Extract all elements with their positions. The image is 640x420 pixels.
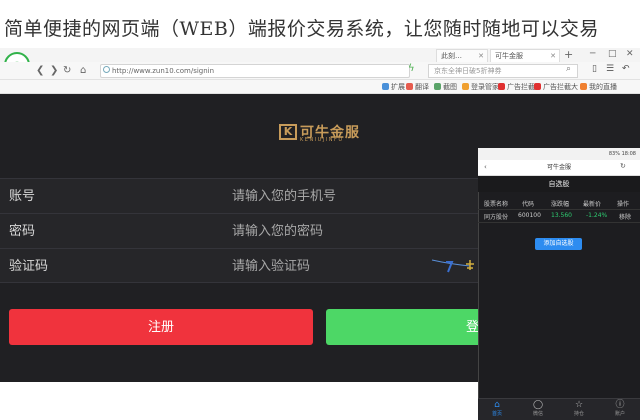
refresh-icon[interactable]: ↻	[620, 162, 626, 170]
caption-text: 简单便捷的网页端（WEB）端报价交易系统，让您随时随地可以交易	[4, 18, 599, 40]
tab-label: 首页	[491, 411, 502, 417]
phone-app-title: 可牛金服	[546, 164, 571, 171]
phone-input[interactable]	[232, 179, 472, 214]
bookmark-login-manager[interactable]: 登录管家	[462, 81, 499, 93]
chat-icon: ◯	[532, 400, 544, 410]
forward-icon[interactable]: ❯	[50, 64, 58, 78]
tab-home[interactable]: ⌂ 首页	[482, 400, 512, 418]
column-header-action: 操作	[617, 201, 630, 208]
screenshot-icon	[434, 83, 441, 90]
adblock-icon	[534, 83, 541, 90]
status-info: 83% 18:08	[608, 151, 636, 157]
secure-icon	[103, 66, 110, 73]
screen: 简单便捷的网页端（WEB）端报价交易系统，让您随时随地可以交易 e 此刻… ✕ …	[0, 0, 640, 420]
column-header-name: 股票名称	[484, 201, 509, 208]
adblock-icon	[498, 83, 505, 90]
close-icon[interactable]: ✕	[550, 50, 556, 62]
add-watchlist-button[interactable]: 添加自选股	[535, 238, 582, 250]
caption-banner: 简单便捷的网页端（WEB）端报价交易系统，让您随时随地可以交易	[0, 0, 640, 48]
search-placeholder: 京东全神日破5折神券	[434, 67, 502, 75]
remove-button[interactable]: 移除	[619, 212, 631, 221]
password-label: 密码	[9, 224, 36, 239]
bookmark-adblock-big[interactable]: 广告拦截大	[534, 81, 578, 93]
extension-icon	[382, 83, 389, 90]
maximize-icon[interactable]: □	[608, 49, 617, 59]
close-icon[interactable]: ✕	[478, 50, 484, 62]
column-header-change: 涨跌幅	[551, 201, 570, 208]
watchlist-title: 自选股	[478, 176, 640, 192]
star-icon: ☆	[574, 400, 584, 410]
bookmark-label: 广告拦截大	[543, 83, 578, 91]
captcha-image[interactable]	[430, 252, 476, 276]
back-icon[interactable]: ❮	[36, 64, 44, 78]
translate-icon	[406, 83, 413, 90]
browser-tab-1[interactable]: 此刻… ✕	[436, 49, 488, 62]
bookmark-label: 翻译	[415, 83, 429, 91]
column-header-code: 代码	[522, 201, 535, 208]
phone-icon[interactable]: ▯	[592, 64, 597, 74]
tab-label: 微信	[532, 411, 543, 417]
tab-account[interactable]: ⓘ 账户	[605, 400, 635, 418]
minimize-icon[interactable]: ─	[590, 49, 595, 59]
new-tab-icon[interactable]: +	[564, 48, 573, 61]
account-label: 账号	[9, 189, 36, 204]
bookmark-extension[interactable]: 扩展	[382, 81, 405, 93]
brand-logo-icon: K	[279, 124, 297, 140]
bookmark-live[interactable]: 我的直播	[580, 81, 617, 93]
browser-tab-2[interactable]: 可牛金服 ✕	[490, 49, 560, 62]
bookmark-label: 广告拦截	[507, 83, 535, 91]
phone-status-bar: 83% 18:08	[478, 148, 640, 160]
stock-change: 13.560	[551, 212, 572, 219]
bookmark-adblock[interactable]: 广告拦截	[498, 81, 535, 93]
register-button[interactable]: 注册	[9, 309, 313, 345]
key-icon	[462, 83, 469, 90]
tab-label: 持仓	[573, 411, 584, 417]
close-window-icon[interactable]: ✕	[626, 49, 634, 59]
reload-icon[interactable]: ↻	[63, 64, 71, 78]
info-icon: ⓘ	[615, 400, 625, 410]
stock-price: -1.24%	[586, 212, 608, 219]
column-header-price: 最新价	[583, 201, 602, 208]
tab-label: 此刻…	[441, 52, 462, 60]
bookmark-label: 我的直播	[589, 83, 617, 91]
url-text: http://www.zun10.com/signin	[112, 67, 215, 75]
stock-name: 同方股份	[484, 214, 509, 221]
bookmark-label: 登录管家	[471, 83, 499, 91]
menu-icon[interactable]: ☰	[606, 64, 614, 74]
bookmark-screenshot[interactable]: 截图	[434, 81, 457, 93]
stock-code: 600100	[518, 212, 541, 219]
captcha-label: 验证码	[9, 259, 49, 274]
home-icon: ⌂	[494, 400, 500, 410]
tab-label: 账户	[614, 411, 625, 417]
home-icon[interactable]: ⌂	[80, 64, 86, 78]
tab-chat[interactable]: ◯ 微信	[523, 400, 553, 418]
speed-icon[interactable]: ϟ	[408, 63, 415, 74]
bookmark-label: 截图	[443, 83, 457, 91]
brand-subtitle: KENIUJINFU	[300, 137, 344, 143]
live-icon	[580, 83, 587, 90]
login-button[interactable]: 登	[326, 309, 486, 345]
bookmark-translate[interactable]: 翻译	[406, 81, 429, 93]
password-input[interactable]	[232, 214, 472, 249]
tab-label: 可牛金服	[495, 52, 523, 60]
bookmark-label: 扩展	[391, 83, 405, 91]
tab-holdings[interactable]: ☆ 持仓	[564, 400, 594, 418]
undo-icon[interactable]: ↶	[622, 64, 630, 74]
search-icon[interactable]: ⌕	[566, 64, 571, 74]
